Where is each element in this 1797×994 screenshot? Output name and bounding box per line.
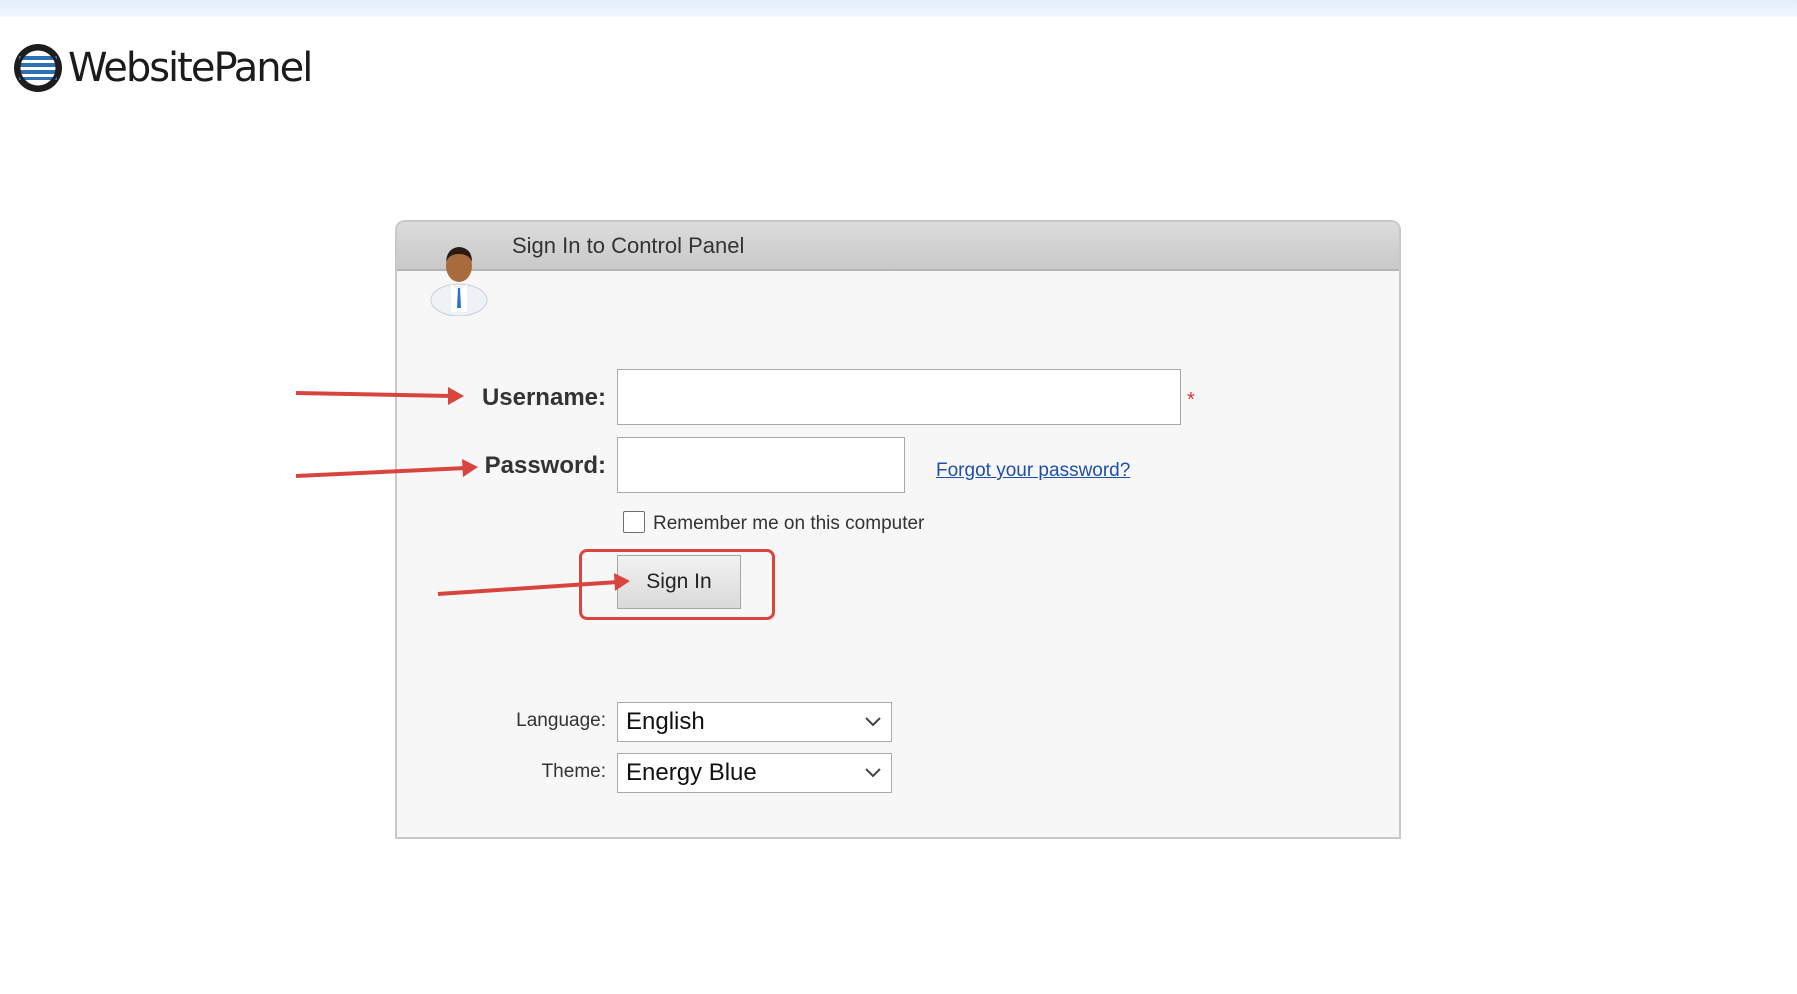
theme-select[interactable]: Energy Blue (617, 753, 892, 793)
chevron-down-icon (865, 717, 881, 727)
remember-me-checkbox[interactable] (623, 511, 645, 533)
sign-in-panel: Sign In to Control Panel Username: * Pas… (395, 220, 1401, 839)
globe-logo-icon (14, 44, 62, 92)
required-marker: * (1187, 389, 1195, 411)
password-label: Password: (484, 452, 606, 479)
theme-label: Theme: (541, 761, 606, 782)
remember-me-label: Remember me on this computer (653, 513, 925, 534)
theme-selected-value: Energy Blue (626, 759, 757, 786)
language-selected-value: English (626, 708, 705, 735)
panel-title: Sign In to Control Panel (512, 233, 745, 258)
sign-in-button[interactable]: Sign In (617, 555, 741, 609)
top-banner-strip (0, 0, 1797, 17)
login-page: WebsitePanel Sign In to Control Panel Us… (0, 0, 1797, 994)
chevron-down-icon (865, 768, 881, 778)
language-select[interactable]: English (617, 702, 892, 742)
logo-text: WebsitePanel (68, 45, 313, 91)
forgot-password-link[interactable]: Forgot your password? (936, 460, 1130, 482)
website-panel-logo[interactable]: WebsitePanel (12, 42, 313, 94)
language-label: Language: (516, 710, 606, 731)
username-label: Username: (481, 384, 606, 411)
panel-header: Sign In to Control Panel (397, 222, 1399, 271)
username-input[interactable] (617, 369, 1181, 425)
password-input[interactable] (617, 437, 905, 493)
user-avatar-icon (430, 247, 488, 316)
